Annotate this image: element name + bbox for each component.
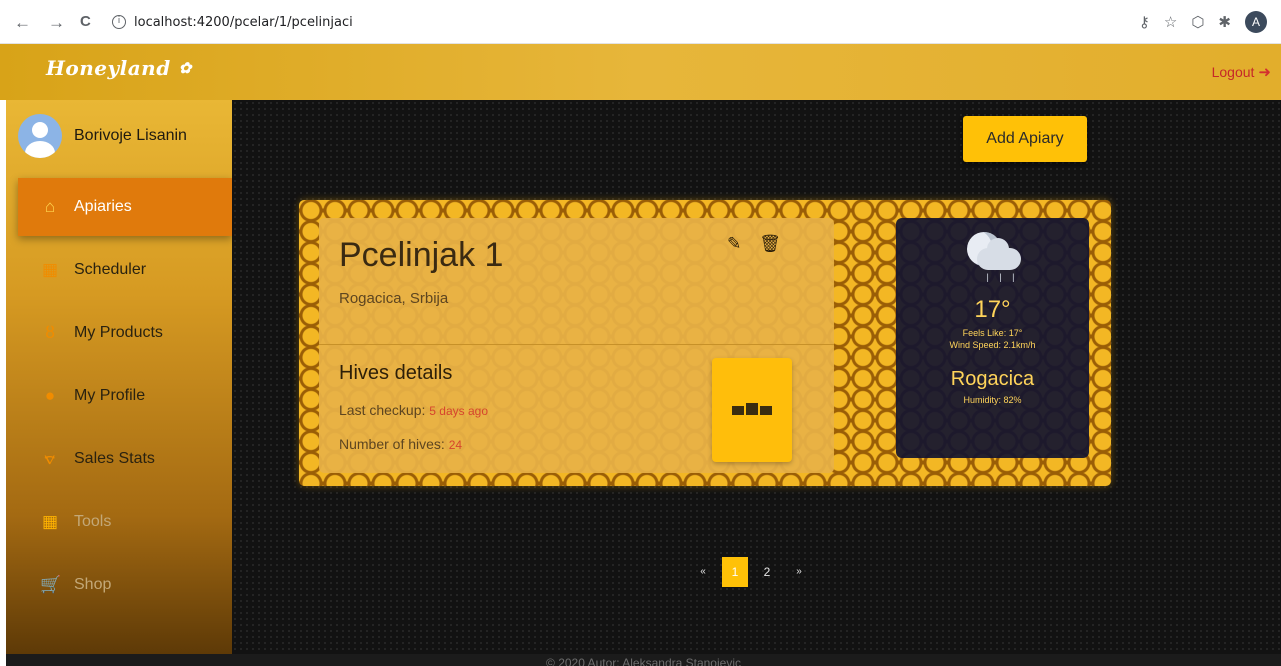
app-header: Honeyland ✿ Logout ➜ (0, 44, 1281, 100)
card-actions: ✎ 🗑 (727, 234, 781, 254)
pagination-page-2[interactable]: 2 (754, 557, 780, 587)
forward-icon[interactable]: → (48, 13, 65, 33)
apiary-icon: ⌂ (44, 197, 56, 216)
sidebar-item-scheduler[interactable]: ▦ Scheduler (6, 241, 232, 299)
sidebar: Borivoje Lisanin ⌂ Apiaries ▦ Scheduler … (6, 100, 232, 654)
sidebar-item-sales-stats[interactable]: ⦡ Sales Stats (6, 430, 232, 488)
user-profile: Borivoje Lisanin (18, 114, 187, 158)
sidebar-item-label: Scheduler (74, 261, 147, 278)
shield-icon[interactable]: ⬡ (1191, 13, 1204, 31)
last-checkup-value: 5 days ago (429, 404, 488, 418)
divider (319, 344, 834, 345)
apiary-info-panel: Pcelinjak 1 Rogacica, Srbija ✎ 🗑 Hives d… (319, 218, 834, 473)
weather-widget: | | | 17° Feels Like: 17° Wind Speed: 2.… (896, 218, 1089, 458)
hives-button[interactable] (712, 358, 792, 462)
night-rain-icon: | | | (963, 232, 1023, 282)
brand-logo[interactable]: Honeyland ✿ (46, 56, 192, 80)
add-apiary-button[interactable]: Add Apiary (963, 116, 1087, 162)
edit-icon[interactable]: ✎ (727, 234, 741, 254)
star-icon[interactable]: ☆ (1164, 13, 1177, 31)
key-icon[interactable]: ⚷ (1139, 13, 1150, 31)
sidebar-item-label: Apiaries (74, 198, 132, 215)
weather-wind-speed: Wind Speed: 2.1km/h (949, 340, 1036, 350)
calendar-icon: ▦ (41, 260, 59, 279)
address-bar[interactable]: i localhost:4200/pcelar/1/pcelinjaci (112, 10, 353, 34)
sidebar-menu: ⌂ Apiaries ▦ Scheduler ȣ My Products ● M… (6, 178, 232, 619)
logout-label: Logout (1211, 64, 1255, 80)
info-icon[interactable]: i (112, 15, 126, 29)
sidebar-item-shop[interactable]: 🛒 Shop (6, 556, 232, 614)
cart-icon: 🛒 (40, 575, 62, 594)
url-text[interactable]: localhost:4200/pcelar/1/pcelinjaci (134, 15, 353, 30)
weather-feels-like: Feels Like: 17° (962, 328, 1023, 338)
profile-avatar[interactable]: A (1245, 11, 1267, 33)
pagination-page-1[interactable]: 1 (722, 557, 748, 587)
reload-icon[interactable]: C (80, 13, 91, 30)
browser-extensions: ⚷ ☆ ⬡ ✱ A (1139, 11, 1267, 33)
main-content: Add Apiary Pcelinjak 1 Rogacica, Srbija … (232, 100, 1281, 654)
chart-icon: ⦡ (44, 449, 56, 468)
apiary-card: Pcelinjak 1 Rogacica, Srbija ✎ 🗑 Hives d… (299, 200, 1111, 486)
hives-count-label: Number of hives: (339, 436, 449, 452)
sidebar-item-tools[interactable]: ▦ Tools (6, 493, 232, 551)
sidebar-item-apiaries[interactable]: ⌂ Apiaries (18, 178, 232, 236)
person-icon: ● (44, 386, 56, 405)
weather-city: Rogacica (950, 368, 1035, 390)
sidebar-item-label: Tools (74, 513, 112, 530)
back-icon[interactable]: ← (14, 13, 31, 33)
hives-count-value: 24 (448, 438, 463, 452)
logout-icon: ➜ (1258, 64, 1271, 81)
pagination: « 1 2 » (690, 557, 812, 587)
last-checkup-row: Last checkup: 5 days ago (339, 402, 488, 418)
sidebar-item-my-products[interactable]: ȣ My Products (6, 304, 232, 362)
puzzle-icon[interactable]: ✱ (1218, 13, 1231, 31)
sidebar-item-label: My Products (74, 324, 163, 341)
hives-count-row: Number of hives: 24 (339, 436, 462, 452)
pagination-prev[interactable]: « (690, 557, 716, 587)
hives-details-title: Hives details (339, 362, 453, 384)
sidebar-item-label: Shop (74, 576, 112, 593)
calculator-icon: ▦ (41, 512, 59, 531)
beehive-icon (732, 402, 772, 415)
apiary-location: Rogacica, Srbija (339, 290, 449, 307)
weather-temperature: 17° (974, 296, 1011, 323)
sidebar-item-label: Sales Stats (74, 450, 155, 467)
footer: © 2020 Autor: Aleksandra Stanojevic (6, 654, 1281, 666)
logout-button[interactable]: Logout ➜ (1212, 63, 1271, 81)
last-checkup-label: Last checkup: (339, 402, 430, 418)
user-name: Borivoje Lisanin (74, 127, 187, 144)
bee-icon: ✿ (178, 59, 192, 77)
sidebar-item-label: My Profile (74, 387, 146, 404)
weather-humidity: Humidity: 82% (963, 395, 1022, 405)
footer-text: © 2020 Autor: Aleksandra Stanojevic (546, 656, 741, 666)
pagination-next[interactable]: » (786, 557, 812, 587)
browser-toolbar: ← → C i localhost:4200/pcelar/1/pcelinja… (0, 0, 1281, 44)
products-icon: ȣ (45, 323, 55, 342)
avatar (18, 114, 62, 158)
apiary-name: Pcelinjak 1 (339, 236, 504, 274)
brand-name: Honeyland (46, 56, 171, 80)
sidebar-item-my-profile[interactable]: ● My Profile (6, 367, 232, 425)
trash-icon[interactable]: 🗑 (759, 234, 781, 254)
